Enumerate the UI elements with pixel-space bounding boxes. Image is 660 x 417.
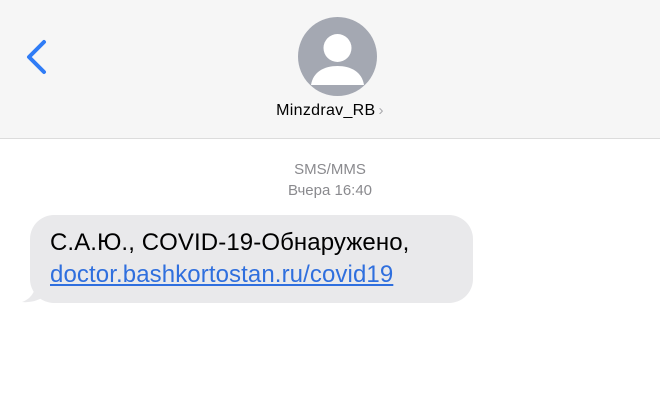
incoming-message[interactable]: С.А.Ю., COVID-19-Обнаружено, doctor.bash… [22,215,473,303]
back-button[interactable] [18,36,58,80]
message-timestamp: Вчера 16:40 [287,182,373,199]
person-silhouette-icon [311,34,364,85]
message-service-label: SMS/MMS [294,161,366,178]
message-link[interactable]: doctor.bashkortostan.ru/covid19 [50,261,393,288]
chevron-right-icon: › [378,102,384,119]
message-text: С.А.Ю., COVID-19-Обнаружено, [50,229,410,256]
conversation-header: Minzdrav_RB › [0,0,660,139]
contact-avatar[interactable] [298,17,377,96]
contact-name-row[interactable]: Minzdrav_RB › [0,102,660,120]
contact-name[interactable]: Minzdrav_RB [276,102,375,120]
message-bubble[interactable]: С.А.Ю., COVID-19-Обнаружено, doctor.bash… [30,215,473,303]
chevron-left-icon [27,40,46,74]
messages-screen: Minzdrav_RB › SMS/MMS Вчера 16:40 С.А.Ю.,… [0,0,660,417]
